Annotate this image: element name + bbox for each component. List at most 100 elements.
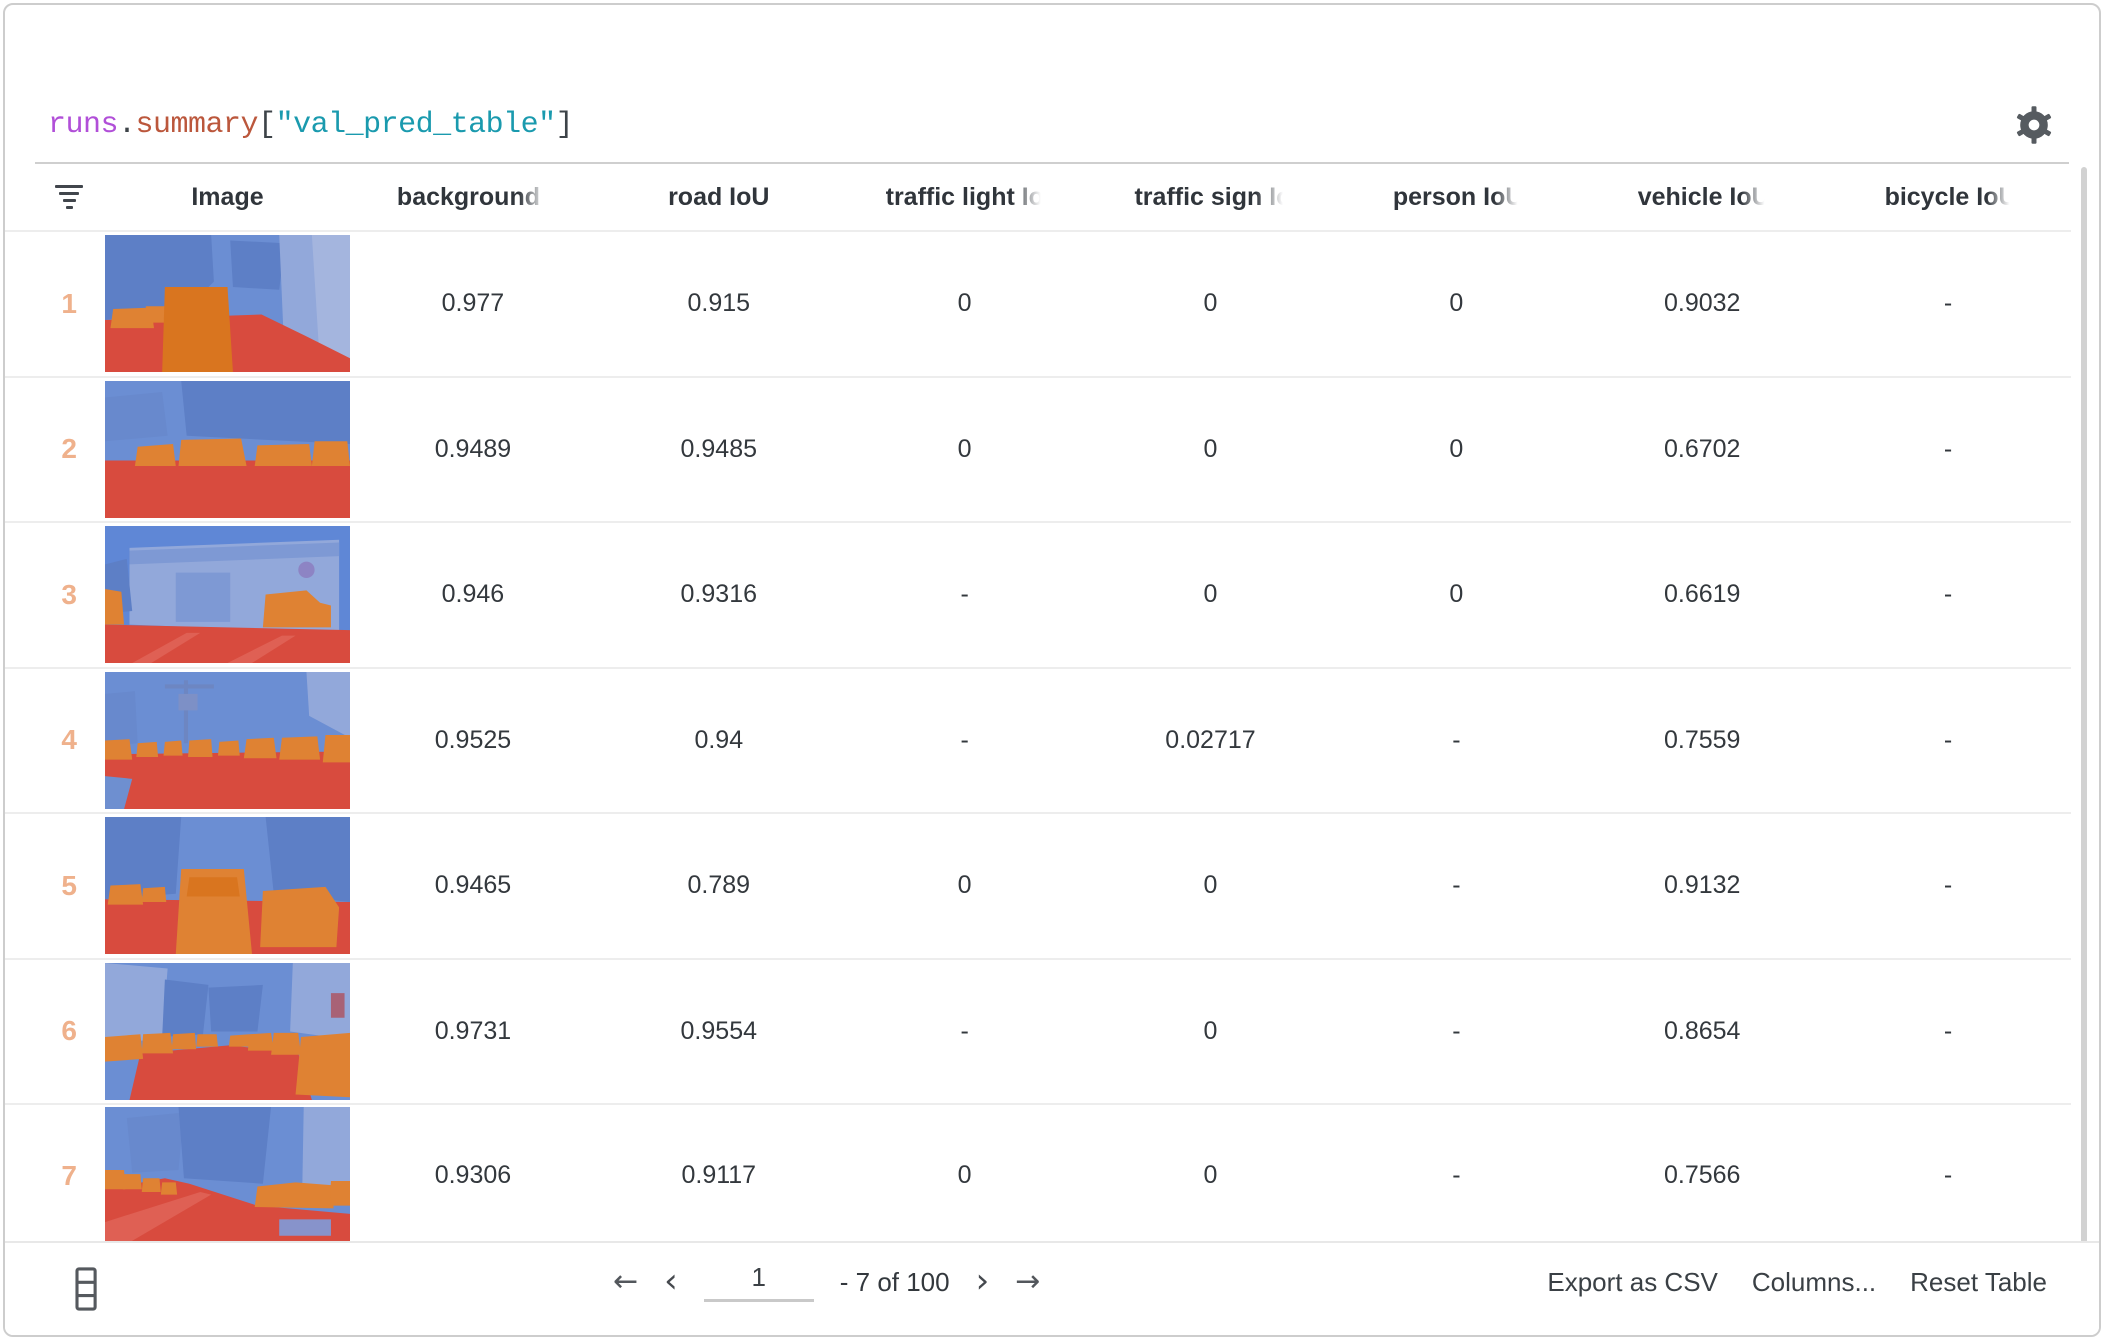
iou-value-cell: 0 bbox=[1088, 435, 1334, 464]
iou-value-cell: 0.9489 bbox=[350, 435, 596, 464]
iou-value-cell: - bbox=[1333, 871, 1579, 900]
row-index: 7 bbox=[5, 1160, 105, 1192]
iou-value-cell: - bbox=[842, 1017, 1088, 1046]
iou-value-cell: 0 bbox=[1333, 580, 1579, 609]
title-divider bbox=[35, 162, 2069, 164]
iou-value-cell: 0.9032 bbox=[1579, 289, 1825, 318]
vertical-scrollbar[interactable] bbox=[2081, 167, 2087, 1249]
iou-value-cell: - bbox=[1825, 580, 2071, 609]
iou-value-cell: 0.9554 bbox=[596, 1017, 842, 1046]
column-header-traffic-sign-iou[interactable]: traffic sign IoU bbox=[1134, 183, 1286, 212]
iou-value-cell: 0.02717 bbox=[1088, 726, 1334, 755]
table-row: 2 0.94890.94850000.6702- bbox=[5, 376, 2071, 522]
iou-value-cell: - bbox=[1825, 871, 2071, 900]
iou-value-cell: 0 bbox=[1088, 289, 1334, 318]
iou-value-cell: - bbox=[842, 580, 1088, 609]
iou-value-cell: 0 bbox=[1088, 871, 1334, 900]
row-index: 3 bbox=[5, 579, 105, 611]
iou-value-cell: - bbox=[1825, 1017, 2071, 1046]
iou-value-cell: 0.6702 bbox=[1579, 435, 1825, 464]
code-token: ] bbox=[556, 108, 574, 142]
row-index: 4 bbox=[5, 724, 105, 756]
segmentation-thumbnail[interactable] bbox=[105, 817, 350, 954]
row-index: 1 bbox=[5, 288, 105, 320]
segmentation-thumbnail[interactable] bbox=[105, 963, 350, 1100]
first-page-button[interactable]: ← bbox=[613, 1267, 638, 1297]
segmentation-thumbnail[interactable] bbox=[105, 672, 350, 809]
row-image-cell bbox=[105, 526, 350, 663]
code-token: "val_pred_table" bbox=[276, 108, 556, 142]
row-image-cell bbox=[105, 381, 350, 518]
column-header-vehicle-iou[interactable]: vehicle IoU bbox=[1638, 183, 1767, 212]
iou-value-cell: 0.9465 bbox=[350, 871, 596, 900]
iou-value-cell: 0.8654 bbox=[1579, 1017, 1825, 1046]
iou-value-cell: 0.9525 bbox=[350, 726, 596, 755]
iou-value-cell: 0.915 bbox=[596, 289, 842, 318]
panel-title-bar: runs.summary["val_pred_table"] bbox=[5, 5, 2099, 162]
export-csv-button[interactable]: Export as CSV bbox=[1547, 1267, 1718, 1298]
row-image-cell bbox=[105, 235, 350, 372]
segmentation-thumbnail[interactable] bbox=[105, 1107, 350, 1244]
reset-table-button[interactable]: Reset Table bbox=[1910, 1267, 2047, 1298]
table-row: 7 0.93060.911700-0.7566- bbox=[5, 1103, 2071, 1249]
code-title: runs.summary["val_pred_table"] bbox=[48, 108, 573, 142]
iou-value-cell: 0.9485 bbox=[596, 435, 842, 464]
footer-actions: Export as CSV Columns... Reset Table bbox=[1547, 1243, 2047, 1321]
iou-value-cell: - bbox=[1333, 1017, 1579, 1046]
prev-page-button[interactable]: ‹ bbox=[664, 1268, 678, 1295]
last-page-button[interactable]: → bbox=[1015, 1267, 1040, 1297]
row-image-cell bbox=[105, 817, 350, 954]
iou-value-cell: - bbox=[1333, 1161, 1579, 1190]
iou-value-cell: - bbox=[1825, 435, 2071, 464]
iou-value-cell: 0.9132 bbox=[1579, 871, 1825, 900]
segmentation-thumbnail[interactable] bbox=[105, 235, 350, 372]
iou-value-cell: 0.977 bbox=[350, 289, 596, 318]
rows-panel-icon[interactable] bbox=[75, 1267, 101, 1311]
next-page-button[interactable]: › bbox=[976, 1268, 990, 1295]
iou-value-cell: 0 bbox=[1333, 435, 1579, 464]
code-token: summary bbox=[136, 108, 259, 142]
row-image-cell bbox=[105, 1107, 350, 1244]
table-row: 6 0.97310.9554-0-0.8654- bbox=[5, 958, 2071, 1104]
column-header-image[interactable]: Image bbox=[191, 183, 263, 212]
iou-value-cell: 0.7559 bbox=[1579, 726, 1825, 755]
row-index: 2 bbox=[5, 433, 105, 465]
code-token: . bbox=[118, 108, 136, 142]
column-header-person-iou[interactable]: person IoU bbox=[1393, 183, 1520, 212]
column-header-bicycle-iou[interactable]: bicycle IoU bbox=[1885, 183, 2012, 212]
row-index: 5 bbox=[5, 870, 105, 902]
columns-button[interactable]: Columns... bbox=[1752, 1267, 1876, 1298]
iou-value-cell: - bbox=[1825, 289, 2071, 318]
column-header-traffic-light-iou[interactable]: traffic light IoU bbox=[886, 183, 1044, 212]
column-header-road-iou[interactable]: road IoU bbox=[668, 183, 769, 212]
iou-value-cell: 0 bbox=[842, 289, 1088, 318]
gear-icon[interactable] bbox=[2011, 102, 2057, 148]
iou-value-cell: 0 bbox=[1333, 289, 1579, 318]
iou-value-cell: 0 bbox=[842, 1161, 1088, 1190]
iou-value-cell: 0.94 bbox=[596, 726, 842, 755]
iou-value-cell: 0 bbox=[842, 435, 1088, 464]
row-index: 6 bbox=[5, 1015, 105, 1047]
segmentation-thumbnail[interactable] bbox=[105, 526, 350, 663]
table-panel: runs.summary["val_pred_table"] Image bac… bbox=[3, 3, 2101, 1337]
iou-value-cell: 0.9117 bbox=[596, 1161, 842, 1190]
iou-value-cell: - bbox=[1825, 1161, 2071, 1190]
iou-value-cell: 0.7566 bbox=[1579, 1161, 1825, 1190]
iou-value-cell: 0.9306 bbox=[350, 1161, 596, 1190]
iou-value-cell: 0.9316 bbox=[596, 580, 842, 609]
table-row: 3 0.9460.9316-000.6619- bbox=[5, 521, 2071, 667]
iou-value-cell: 0 bbox=[1088, 1161, 1334, 1190]
iou-value-cell: - bbox=[1333, 726, 1579, 755]
table-header-row: Image background IoU road IoU traffic li… bbox=[5, 164, 2099, 230]
code-token: runs bbox=[48, 108, 118, 142]
page-number-input[interactable] bbox=[704, 1262, 814, 1302]
iou-value-cell: 0.9731 bbox=[350, 1017, 596, 1046]
column-header-background-iou[interactable]: background IoU bbox=[397, 183, 549, 212]
pagination: ← ‹ - 7 of 100 › → bbox=[613, 1243, 1040, 1321]
table-row: 4 0.95250.94-0.02717-0.7559- bbox=[5, 667, 2071, 813]
segmentation-thumbnail[interactable] bbox=[105, 381, 350, 518]
row-image-cell bbox=[105, 672, 350, 809]
filter-icon[interactable] bbox=[55, 185, 83, 209]
page-range-label: - 7 of 100 bbox=[840, 1267, 950, 1298]
table-body: 1 0.9770.9150000.9032- 2 0.94890.9485000… bbox=[5, 230, 2099, 1249]
